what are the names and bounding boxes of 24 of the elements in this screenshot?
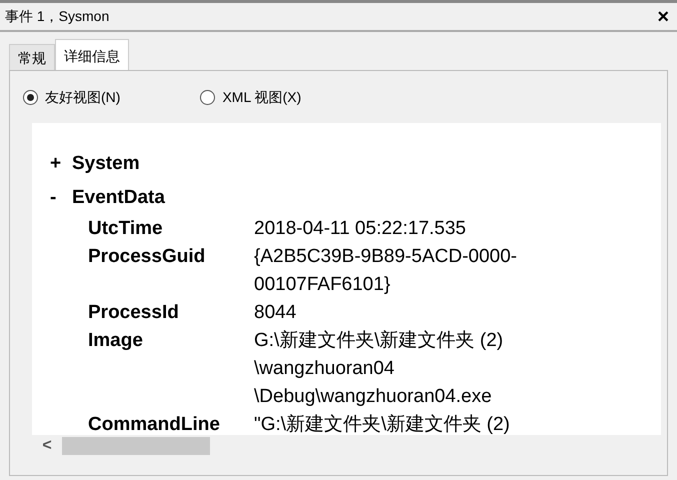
radio-label[interactable]: 友好视图(N)	[45, 86, 120, 108]
field-value: 2018-04-11 05:22:17.535	[254, 217, 466, 241]
node-label: System	[72, 152, 140, 176]
field-value: {A2B5C39B-9B89-5ACD-0000- 00107FAF6101}	[254, 245, 517, 297]
radio-label[interactable]: XML 视图(X)	[222, 86, 302, 108]
radio-button[interactable]	[23, 90, 38, 104]
field-name: ProcessId	[88, 301, 180, 325]
tab[interactable]: 常规	[9, 44, 55, 70]
field-value: G:\新建文件夹\新建文件夹 (2) \wangzhuoran04 \Debug\wangzhuoran04.exe	[254, 329, 504, 409]
field-name: CommandLine	[88, 413, 221, 435]
radio-button[interactable]	[200, 90, 216, 104]
window-title: 事件 1，Sysmon	[5, 7, 110, 26]
field-name: Image	[88, 329, 144, 353]
scroll-left-button[interactable]: <	[32, 434, 62, 458]
close-button[interactable]: ×	[657, 6, 669, 26]
field-name: ProcessGuid	[88, 245, 206, 269]
node-label: EventData	[72, 186, 165, 210]
field-value: "G:\新建文件夹\新建文件夹 (2)	[254, 413, 510, 435]
field-name: UtcTime	[88, 217, 164, 241]
field-value: 8044	[254, 301, 296, 325]
expand-toggle[interactable]: +	[50, 150, 60, 178]
expand-toggle[interactable]: -	[50, 184, 60, 212]
tab[interactable]: 详细信息	[55, 39, 129, 70]
scrollbar-thumb[interactable]	[62, 437, 210, 455]
